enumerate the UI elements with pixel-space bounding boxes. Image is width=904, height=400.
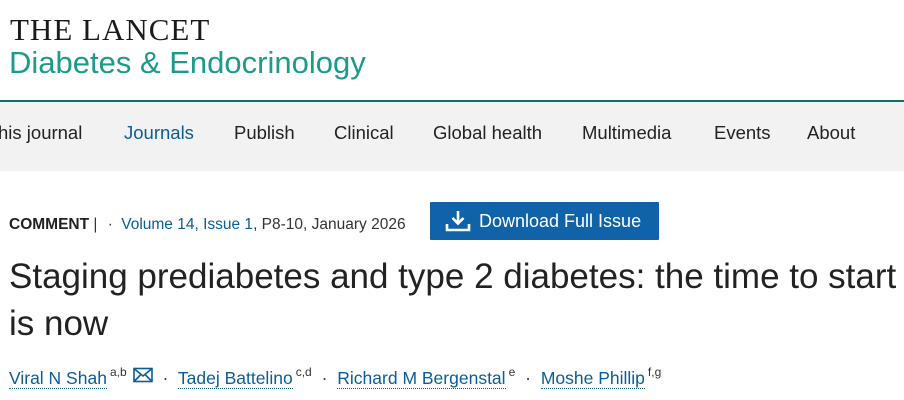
volume-issue-link[interactable]: Volume 14, Issue 1	[121, 216, 253, 233]
download-full-issue-button[interactable]: Download Full Issue	[430, 202, 659, 240]
nav-item-this-journal[interactable]: his journal	[0, 122, 82, 144]
nav-item-global-health[interactable]: Global health	[433, 122, 542, 144]
nav-item-events[interactable]: Events	[714, 122, 771, 144]
author-list: Viral N Shah a,b · Tadej Battelino c,d · R…	[9, 358, 661, 392]
nav-item-clinical[interactable]: Clinical	[334, 122, 394, 144]
article-type: COMMENT	[9, 216, 90, 233]
author-affiliation[interactable]: f,g	[648, 365, 661, 379]
author-name[interactable]: Moshe Phillip	[540, 368, 645, 389]
nav-item-publish[interactable]: Publish	[234, 122, 295, 144]
nav-item-multimedia[interactable]: Multimedia	[582, 122, 671, 144]
nav-item-journals[interactable]: Journals	[124, 122, 194, 144]
pages-date: , P8-10, January 2026	[253, 216, 406, 233]
meta-separator: ·	[107, 216, 113, 233]
article-meta: COMMENT | · Volume 14, Issue 1, P8-10, J…	[9, 213, 406, 237]
author-affiliation[interactable]: e	[509, 365, 516, 379]
mail-icon[interactable]	[132, 367, 153, 383]
journal-logo-title[interactable]: THE LANCET	[10, 14, 210, 45]
download-icon	[445, 211, 471, 232]
author-separator: ·	[525, 368, 531, 388]
download-full-issue-label: Download Full Issue	[479, 210, 642, 231]
masthead: THE LANCET Diabetes & Endocrinology	[0, 0, 904, 102]
main-nav: his journal Journals Publish Clinical Gl…	[0, 102, 904, 171]
author-separator: ·	[321, 368, 328, 388]
journal-logo-subtitle[interactable]: Diabetes & Endocrinology	[9, 47, 366, 78]
author-affiliation[interactable]: a,b	[110, 365, 127, 379]
author-name[interactable]: Viral N Shah	[9, 368, 107, 389]
article-title: Staging prediabetes and type 2 diabetes:…	[9, 257, 897, 343]
author-affiliation[interactable]: c,d	[296, 365, 312, 379]
author-name[interactable]: Richard M Bergenstal	[337, 368, 506, 389]
author-separator: ·	[162, 368, 169, 388]
author-name[interactable]: Tadej Battelino	[177, 368, 293, 389]
type-separator: |	[93, 216, 98, 233]
nav-item-about[interactable]: About	[807, 122, 855, 144]
